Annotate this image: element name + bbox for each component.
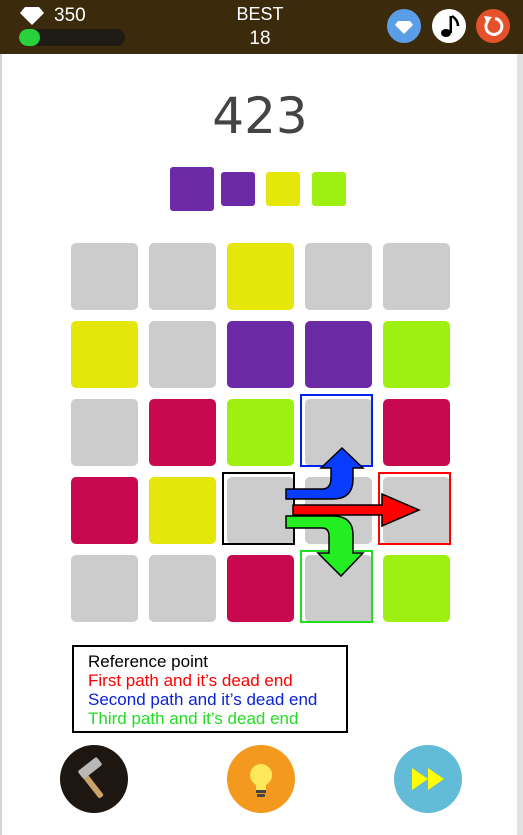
music-button[interactable] xyxy=(432,9,466,43)
highlight-reference xyxy=(222,472,295,545)
frame-right xyxy=(517,54,523,835)
board-cell[interactable] xyxy=(227,243,294,310)
board-cell[interactable] xyxy=(227,555,294,622)
lightbulb-icon xyxy=(227,745,295,813)
board-cell[interactable] xyxy=(227,321,294,388)
hammer-button[interactable] xyxy=(60,745,128,813)
board-cell[interactable] xyxy=(383,321,450,388)
board-cell[interactable] xyxy=(71,321,138,388)
top-bar: 350 BEST 18 xyxy=(0,0,523,54)
board-cell[interactable] xyxy=(149,477,216,544)
highlight-second-dead-end xyxy=(300,394,373,467)
legend-box: Reference point First path and it’s dead… xyxy=(72,645,348,733)
board-cell[interactable] xyxy=(383,243,450,310)
board-cell[interactable] xyxy=(149,243,216,310)
skip-button[interactable] xyxy=(394,745,462,813)
best-score: 18 xyxy=(249,28,271,49)
diamond-shop-button[interactable] xyxy=(387,9,421,43)
board-cell[interactable] xyxy=(71,399,138,466)
board-cell[interactable] xyxy=(71,555,138,622)
highlight-first-dead-end xyxy=(378,472,451,545)
legend-third-path: Third path and it’s dead end xyxy=(88,709,299,728)
legend-reference: Reference point xyxy=(88,652,209,671)
next-piece xyxy=(221,172,255,206)
board-cell[interactable] xyxy=(305,321,372,388)
board-cell[interactable] xyxy=(383,399,450,466)
current-score: 423 xyxy=(212,87,308,145)
highlight-third-dead-end xyxy=(300,550,373,623)
legend-second-path: Second path and it’s dead end xyxy=(88,690,318,709)
next-piece xyxy=(170,167,214,211)
music-note-icon xyxy=(432,9,466,43)
board-cell[interactable] xyxy=(71,243,138,310)
energy-progress-fill xyxy=(19,29,41,46)
restart-icon xyxy=(476,9,510,43)
legend-first-path: First path and it’s dead end xyxy=(88,671,293,690)
board-cell[interactable] xyxy=(149,555,216,622)
next-piece xyxy=(312,172,346,206)
board-cell[interactable] xyxy=(149,399,216,466)
frame-left xyxy=(0,54,2,835)
fast-forward-icon xyxy=(394,745,462,813)
board-cell[interactable] xyxy=(383,555,450,622)
hammer-icon xyxy=(60,745,128,813)
diamond-shop-icon xyxy=(387,9,421,43)
board-cell[interactable] xyxy=(227,399,294,466)
board-cell[interactable] xyxy=(305,477,372,544)
restart-button[interactable] xyxy=(476,9,510,43)
gems-count: 350 xyxy=(54,5,86,26)
hint-button[interactable] xyxy=(227,745,295,813)
best-label: BEST xyxy=(236,4,284,24)
board-cell[interactable] xyxy=(149,321,216,388)
energy-progress-bar xyxy=(19,29,125,46)
gem-icon xyxy=(20,7,44,25)
board-cell[interactable] xyxy=(71,477,138,544)
board-cell[interactable] xyxy=(305,243,372,310)
next-piece xyxy=(266,172,300,206)
